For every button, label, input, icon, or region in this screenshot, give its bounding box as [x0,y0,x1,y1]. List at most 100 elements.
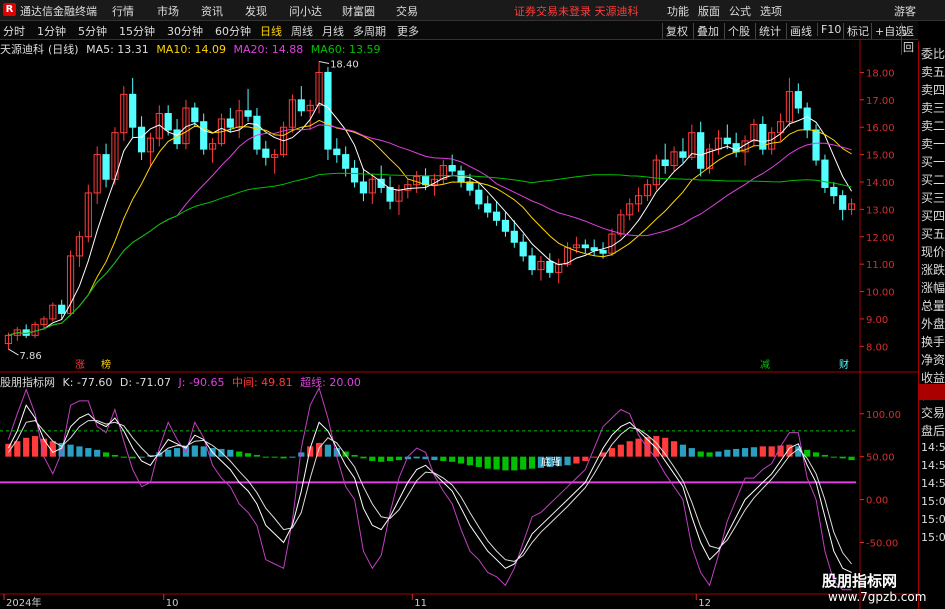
indicator-bar [386,456,394,461]
stock-name[interactable]: 天源迪科 [0,43,44,56]
price-tick-label: 16.00 [866,123,895,134]
indicator-bar [191,445,198,457]
order-panel-label: 买二 [921,173,945,187]
candlesticks [4,61,856,350]
indicator-bar [14,441,21,457]
indicator-bar [227,449,234,457]
indicator-bar [431,456,438,461]
indicator-bar [94,449,101,457]
indicator-bar [165,449,172,457]
price-tick-label: 10.00 [866,288,895,299]
event-marker: 财 [839,358,849,371]
d-line [7,420,852,565]
event-marker: 榜 [101,358,111,371]
candle-body [191,107,199,123]
indicator-bar [848,456,855,461]
order-panel-label: 外盘 [921,317,945,331]
candle-body [697,132,705,169]
order-panel-label: 卖四 [921,83,945,97]
candle-body [253,115,261,150]
order-panel-label: 涨幅 [921,281,945,295]
candle-body [581,244,589,249]
high-pointer [318,60,330,64]
candle-body [803,107,811,131]
indicator-bar [475,456,482,467]
indicator-bar [378,456,385,462]
candle-body [794,91,802,109]
stock-period: (日线) [48,43,79,56]
trade-time: 14:56 [921,441,945,454]
candle-body [350,167,359,183]
candle-body [359,181,368,194]
order-panel-label: 换手 [921,335,945,349]
chart-area[interactable]: 底背 18.00 17.00 16.00 15.00 14.00 13.00 12.00 11… [0,0,918,609]
candle-body [528,255,536,271]
indicator-bar [457,456,465,464]
low-label: 7.86 [19,351,41,362]
indicator-bar [395,456,403,461]
indicator-tick-label: 0.00 [866,496,888,507]
low-pointer [8,348,19,356]
indicator-bar [573,456,580,464]
ma10-value: MA10: 14.09 [156,43,227,56]
indicator-bar [253,454,261,457]
candle-body [226,118,234,128]
candle-body [129,93,137,128]
indicator-bar [520,456,527,470]
indicator-bar [670,441,678,457]
ma60-line [8,172,852,336]
candle-body [466,181,474,191]
date-tick-label: 2024年 [6,596,41,609]
candle-body [510,230,518,243]
price-info-bar: 天源迪科 (日线) MA5: 13.31 MA10: 14.09 MA20: 14… [0,41,384,56]
date-tick-label: 12 [698,598,711,609]
trade-time: 15:00 [921,513,945,526]
order-panel-label: 现价 [921,245,945,259]
indicator-bar [564,456,571,466]
indicator-bar [821,454,829,457]
candle-body [599,249,607,254]
order-panel-label: 净资 [921,353,945,367]
date-axis: 2024年101112123 [3,594,711,609]
indicator-bar [360,456,367,459]
indicator-bar [768,446,775,457]
trade-time: 14:56 [921,477,945,490]
mid-value: 中间: 49.81 [231,376,293,389]
candle-body [58,304,66,314]
indicator-name[interactable]: 股朋指标网 [0,376,55,389]
indicator-bar [173,448,181,457]
indicator-bar [102,452,110,457]
order-panel-label: 买一 [921,155,945,169]
order-panel-label: 涨跌 [921,263,945,277]
indicator-bar [271,456,278,458]
high-label: 18.40 [330,59,359,70]
trade-time: 14:56 [921,459,945,472]
price-tick-label: 13.00 [866,205,895,216]
j-value: J: -90.65 [178,376,225,389]
ma60-value: MA60: 13.59 [310,43,381,56]
order-panel-label: 卖三 [921,101,945,115]
indicator-bar [244,453,252,457]
indicator-bar [706,452,713,457]
order-panel-label: 买五 [921,227,945,241]
indicator-bar [351,454,358,457]
order-panel-tab: 交易 [921,406,945,420]
k-value: K: -77.60 [62,376,113,389]
indicator-bar [31,436,39,457]
order-panel-label: 买四 [921,209,945,223]
candle-body [200,121,208,150]
indicator-bar [493,456,500,470]
event-marker: 涨 [75,359,85,371]
indicator-bar [440,456,447,461]
price-tick-label: 8.00 [866,342,888,353]
indicator-bar [724,449,731,457]
k-line [7,404,852,573]
candle-body [448,165,456,172]
indicator-bar [111,454,119,457]
candle-body [830,186,838,197]
candle-body [519,241,527,257]
indicator-bar [626,441,633,457]
ma10-line [8,119,852,336]
indicator-bar [298,452,305,457]
watermark-site: www.7gpzb.com [828,590,927,604]
